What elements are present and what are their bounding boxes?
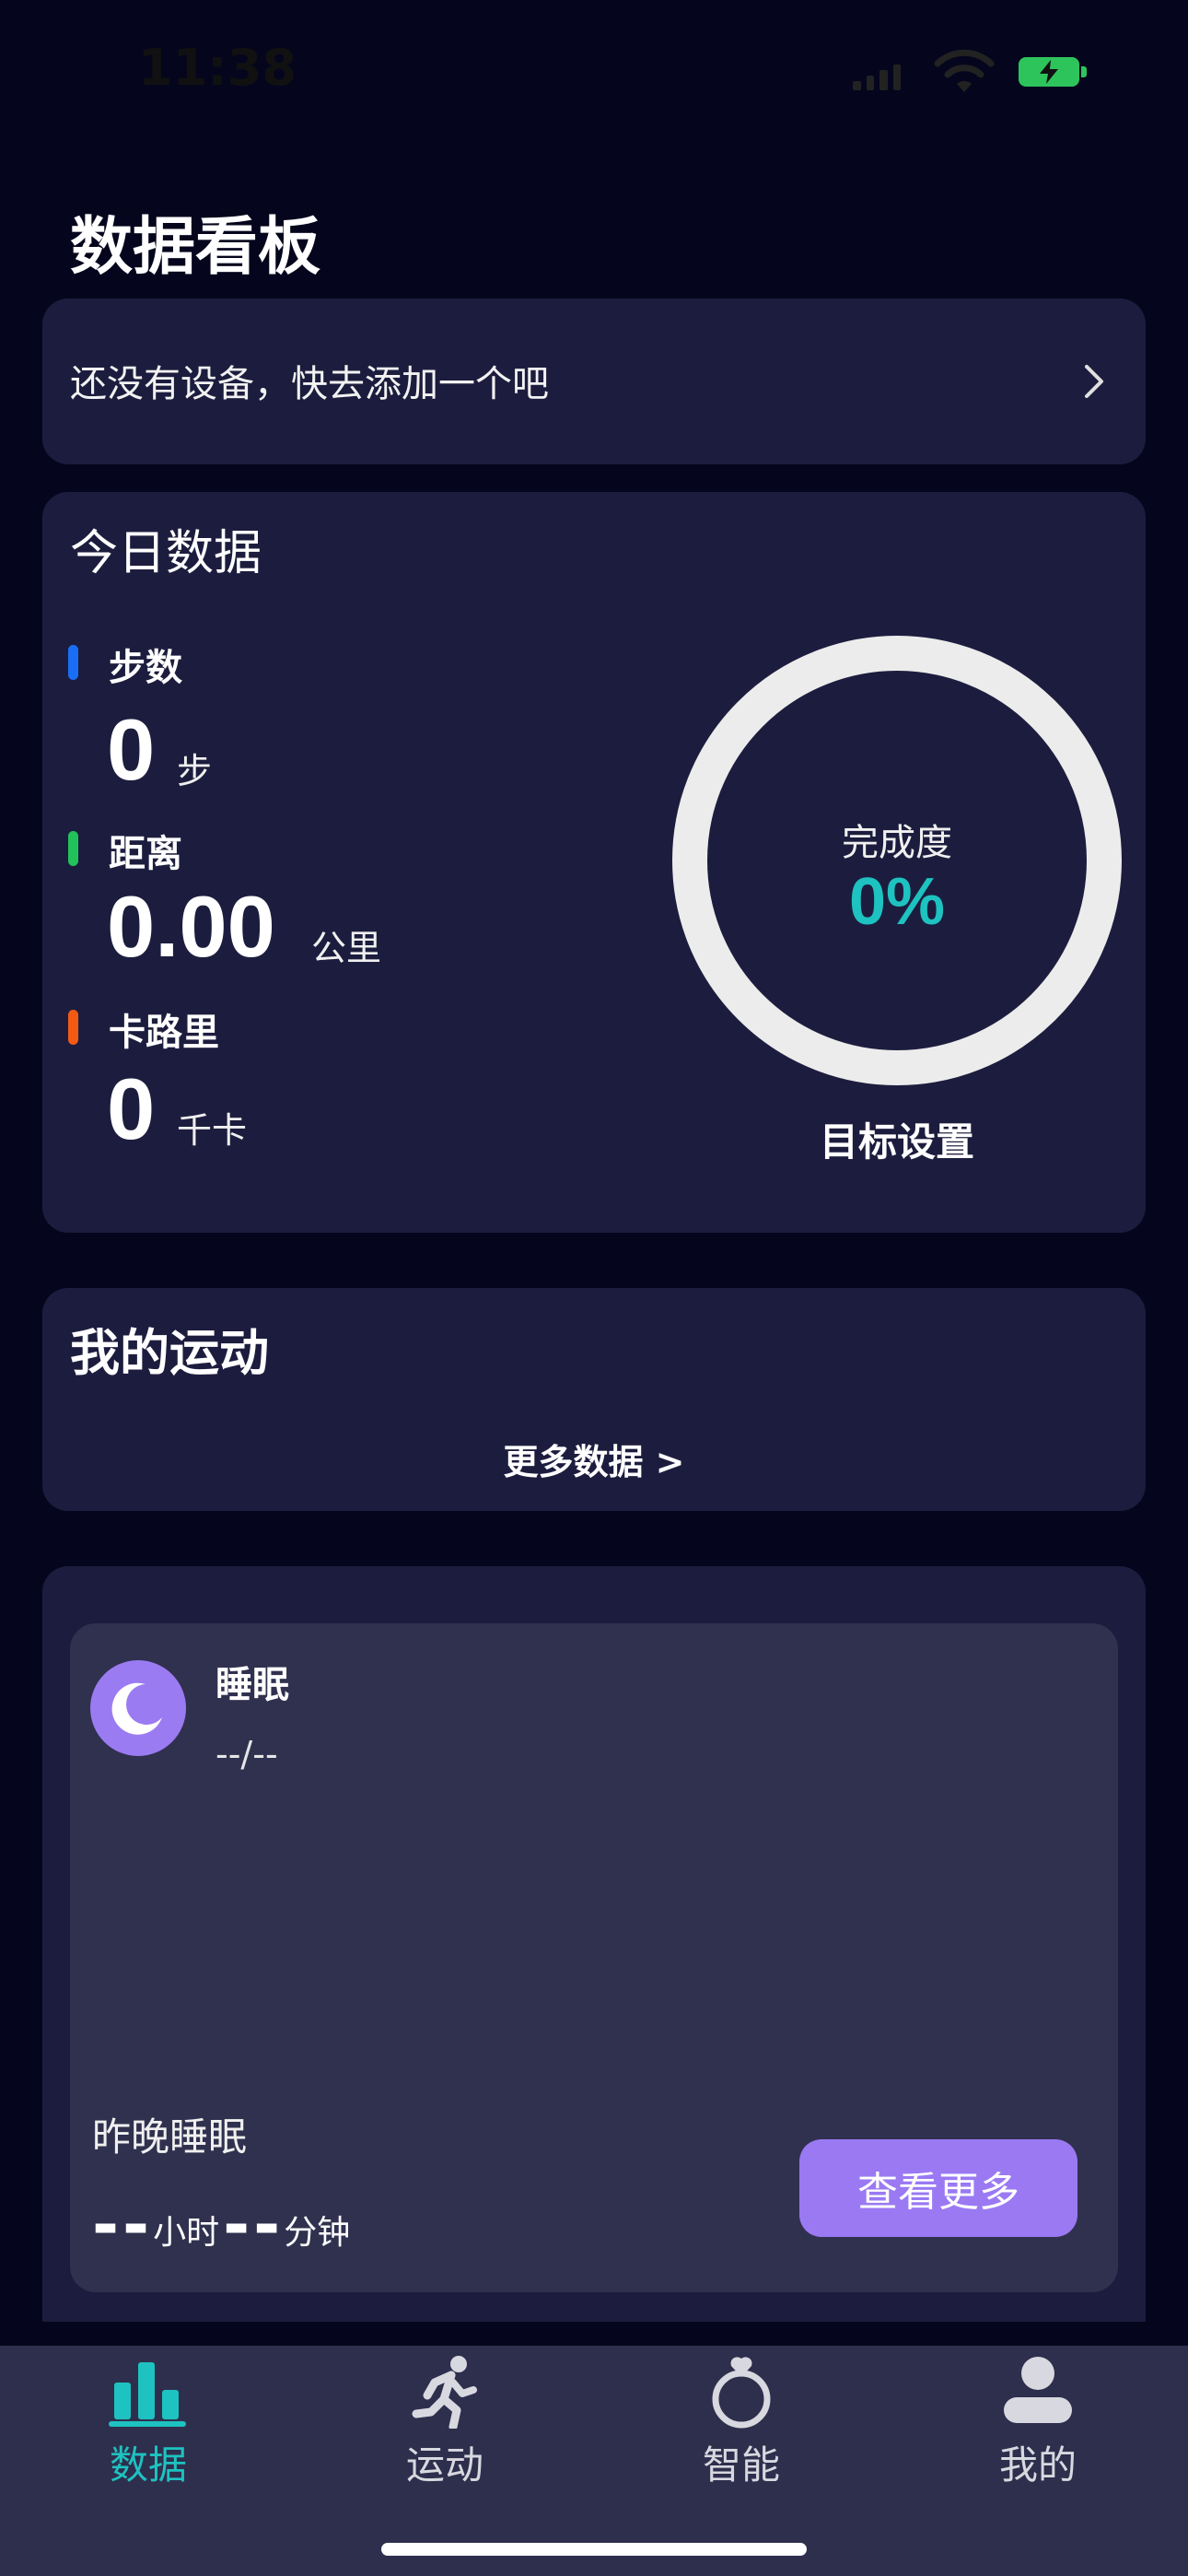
sleep-minutes-unit: 分钟	[284, 2214, 351, 2252]
ring-icon	[712, 2357, 771, 2429]
steps-label: 步数	[109, 647, 182, 689]
completion-label: 完成度	[842, 822, 952, 864]
calories-unit: 千卡	[177, 1110, 248, 1151]
steps-value: 0	[107, 701, 156, 798]
distance-value: 0.00	[107, 878, 275, 975]
page-title: 数据看板	[70, 211, 321, 284]
status-time: 11:38	[138, 39, 297, 97]
distance-indicator	[68, 831, 78, 866]
tab-smart-label: 智能	[702, 2442, 780, 2488]
sleep-minutes-value: --	[223, 2187, 285, 2263]
sleep-date: --/--	[215, 1734, 278, 1774]
steps-indicator	[68, 645, 78, 680]
last-night-sleep-label: 昨晚睡眠	[92, 2114, 248, 2160]
steps-unit: 步	[177, 751, 213, 791]
person-icon	[1004, 2357, 1072, 2423]
tab-data[interactable]: 数据	[0, 2355, 297, 2490]
sleep-title: 睡眠	[215, 1664, 289, 1706]
sleep-hours-unit: 小时	[153, 2214, 220, 2252]
calories-value: 0	[107, 1060, 156, 1157]
calories-label: 卡路里	[109, 1012, 219, 1054]
battery-tip	[1081, 66, 1087, 77]
tab-mine[interactable]: 我的	[890, 2355, 1186, 2490]
tab-mine-label: 我的	[998, 2442, 1077, 2488]
sleep-hours-value: --	[92, 2187, 154, 2263]
more-data-link[interactable]: 更多数据 >	[42, 1434, 1146, 1484]
moon-icon	[90, 1660, 186, 1756]
distance-label: 距离	[109, 833, 182, 875]
today-data-title: 今日数据	[70, 526, 262, 581]
completion-value: 0%	[848, 865, 946, 939]
home-indicator[interactable]	[381, 2543, 807, 2556]
battery-icon	[1019, 57, 1079, 87]
tab-sport[interactable]: 运动	[297, 2355, 593, 2490]
cellular-signal-icon	[853, 61, 901, 90]
wifi-icon	[934, 49, 995, 92]
chevron-right-icon	[1085, 365, 1103, 398]
tab-data-label: 数据	[109, 2442, 187, 2488]
goal-setting-button[interactable]: 目标设置	[672, 1111, 1122, 1167]
tab-smart[interactable]: 智能	[593, 2355, 890, 2490]
calories-indicator	[68, 1010, 78, 1045]
view-more-button[interactable]: 查看更多	[799, 2139, 1077, 2237]
running-icon	[412, 2356, 477, 2429]
bar-chart-icon	[109, 2362, 186, 2427]
sleep-duration: -- 小时 -- 分钟	[92, 2193, 354, 2257]
distance-unit: 公里	[311, 928, 382, 968]
my-sport-title: 我的运动	[70, 1324, 269, 1382]
add-device-prompt: 还没有设备，快去添加一个吧	[70, 363, 549, 405]
tab-sport-label: 运动	[405, 2442, 483, 2488]
